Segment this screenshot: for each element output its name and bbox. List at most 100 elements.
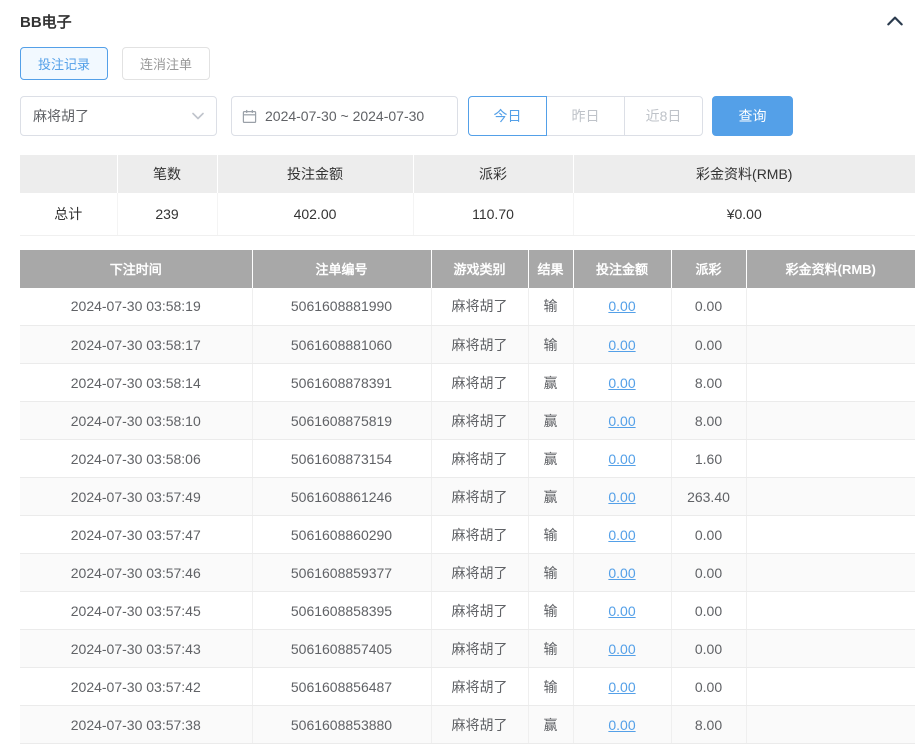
cell-result: 赢	[528, 363, 574, 402]
range-today-button[interactable]: 今日	[468, 96, 547, 136]
cell-game-category: 麻将胡了	[431, 325, 529, 364]
bet-amount-link[interactable]: 0.00	[608, 375, 635, 391]
cell-bet-time: 2024-07-30 03:57:46	[20, 553, 253, 592]
cell-order-id: 5061608873154	[252, 439, 432, 478]
cell-payout: 0.00	[671, 515, 747, 554]
date-range-input[interactable]: 2024-07-30 ~ 2024-07-30	[231, 96, 458, 136]
cell-bonus	[746, 667, 915, 706]
cell-bet-time: 2024-07-30 03:58:19	[20, 287, 253, 326]
cell-bet-time: 2024-07-30 03:57:49	[20, 477, 253, 516]
bet-amount-link[interactable]: 0.00	[608, 337, 635, 353]
summary-total-bet-amount: 402.00	[217, 193, 414, 236]
cell-bet-time: 2024-07-30 03:58:14	[20, 363, 253, 402]
date-range-value: 2024-07-30 ~ 2024-07-30	[265, 108, 425, 124]
cell-game-category: 麻将胡了	[431, 591, 529, 630]
cell-bet-time: 2024-07-30 03:58:06	[20, 439, 253, 478]
cell-game-category: 麻将胡了	[431, 515, 529, 554]
cell-bonus	[746, 325, 915, 364]
cell-result: 输	[528, 325, 574, 364]
cell-bet-time: 2024-07-30 03:57:47	[20, 515, 253, 554]
table-row: 2024-07-30 03:57:46 5061608859377 麻将胡了输 0.0…	[20, 553, 915, 592]
table-row: 2024-07-30 03:57:49 5061608861246 麻将胡了赢 0.0…	[20, 477, 915, 516]
cell-game-category: 麻将胡了	[431, 401, 529, 440]
header-payout: 派彩	[671, 249, 747, 288]
panel-header: BB电子	[20, 8, 915, 34]
cell-game-category: 麻将胡了	[431, 439, 529, 478]
bet-amount-link[interactable]: 0.00	[608, 413, 635, 429]
header-bet-time: 下注时间	[20, 249, 253, 288]
cell-bonus	[746, 363, 915, 402]
bet-records-panel: BB电子 投注记录 连消注单 麻将胡了 2024-07-30 ~ 2024-07…	[0, 0, 917, 749]
cell-order-id: 5061608856487	[252, 667, 432, 706]
cell-payout: 263.40	[671, 477, 747, 516]
cell-result: 输	[528, 629, 574, 668]
cell-bet-amount: 0.00	[573, 401, 672, 440]
bet-amount-link[interactable]: 0.00	[608, 603, 635, 619]
cell-payout: 0.00	[671, 325, 747, 364]
bet-amount-link[interactable]: 0.00	[608, 679, 635, 695]
bet-amount-link[interactable]: 0.00	[608, 451, 635, 467]
range-yesterday-button[interactable]: 昨日	[546, 96, 625, 136]
cell-payout: 0.00	[671, 553, 747, 592]
quick-range-group: 今日 昨日 近8日	[468, 96, 703, 136]
summary-header-payout: 派彩	[413, 155, 574, 193]
cell-bet-amount: 0.00	[573, 667, 672, 706]
cell-payout: 0.00	[671, 629, 747, 668]
cell-order-id: 5061608878391	[252, 363, 432, 402]
summary-header-bet-amount: 投注金额	[217, 155, 414, 193]
table-row: 2024-07-30 03:58:10 5061608875819 麻将胡了赢 0.0…	[20, 401, 915, 440]
cell-result: 赢	[528, 401, 574, 440]
summary-total-bonus: ¥0.00	[573, 193, 915, 236]
cell-game-category: 麻将胡了	[431, 287, 529, 326]
calendar-icon	[242, 109, 257, 123]
panel-title: BB电子	[20, 13, 72, 31]
header-bonus: 彩金资料(RMB)	[746, 249, 915, 288]
table-row: 2024-07-30 03:57:47 5061608860290 麻将胡了输 0.0…	[20, 515, 915, 554]
cell-bonus	[746, 553, 915, 592]
cell-bonus	[746, 477, 915, 516]
cell-game-category: 麻将胡了	[431, 477, 529, 516]
tab-bet-records[interactable]: 投注记录	[20, 47, 109, 80]
cell-bonus	[746, 705, 915, 744]
bet-amount-link[interactable]: 0.00	[608, 717, 635, 733]
cell-bonus	[746, 401, 915, 440]
table-row: 2024-07-30 03:58:14 5061608878391 麻将胡了赢 0.0…	[20, 363, 915, 402]
range-last8days-button[interactable]: 近8日	[624, 96, 703, 136]
bet-amount-link[interactable]: 0.00	[608, 527, 635, 543]
bet-amount-link[interactable]: 0.00	[608, 298, 635, 314]
filter-bar: 麻将胡了 2024-07-30 ~ 2024-07-30 今日 昨日 近8日 查…	[20, 96, 915, 136]
summary-header-row: 笔数 投注金额 派彩 彩金资料(RMB)	[20, 155, 915, 193]
cell-result: 输	[528, 287, 574, 326]
search-button[interactable]: 查询	[712, 96, 793, 136]
bet-amount-link[interactable]: 0.00	[608, 565, 635, 581]
cell-order-id: 5061608853880	[252, 705, 432, 744]
cell-bet-amount: 0.00	[573, 325, 672, 364]
table-row: 2024-07-30 03:58:06 5061608873154 麻将胡了赢 0.0…	[20, 439, 915, 478]
table-row: 2024-07-30 03:58:17 5061608881060 麻将胡了输 0.0…	[20, 325, 915, 364]
cell-game-category: 麻将胡了	[431, 705, 529, 744]
bet-table-body: 2024-07-30 03:58:19 5061608881990 麻将胡了输 0.0…	[20, 287, 915, 744]
bet-amount-link[interactable]: 0.00	[608, 489, 635, 505]
collapse-panel-button[interactable]	[885, 13, 905, 29]
cell-bonus	[746, 629, 915, 668]
game-select-value: 麻将胡了	[33, 108, 89, 124]
game-select[interactable]: 麻将胡了	[20, 96, 217, 136]
cell-payout: 1.60	[671, 439, 747, 478]
cell-result: 输	[528, 553, 574, 592]
summary-header-bonus: 彩金资料(RMB)	[573, 155, 915, 193]
tab-cancelled-orders[interactable]: 连消注单	[122, 47, 211, 80]
header-order-id: 注单编号	[252, 249, 432, 288]
cell-payout: 0.00	[671, 667, 747, 706]
table-row: 2024-07-30 03:57:42 5061608856487 麻将胡了输 0.0…	[20, 667, 915, 706]
summary-header-count: 笔数	[117, 155, 218, 193]
cell-order-id: 5061608857405	[252, 629, 432, 668]
cell-result: 输	[528, 515, 574, 554]
record-type-tabs: 投注记录 连消注单	[20, 47, 915, 80]
cell-order-id: 5061608858395	[252, 591, 432, 630]
cell-game-category: 麻将胡了	[431, 363, 529, 402]
bet-amount-link[interactable]: 0.00	[608, 641, 635, 657]
cell-bonus	[746, 515, 915, 554]
cell-bet-amount: 0.00	[573, 591, 672, 630]
cell-order-id: 5061608859377	[252, 553, 432, 592]
cell-bet-time: 2024-07-30 03:58:17	[20, 325, 253, 364]
